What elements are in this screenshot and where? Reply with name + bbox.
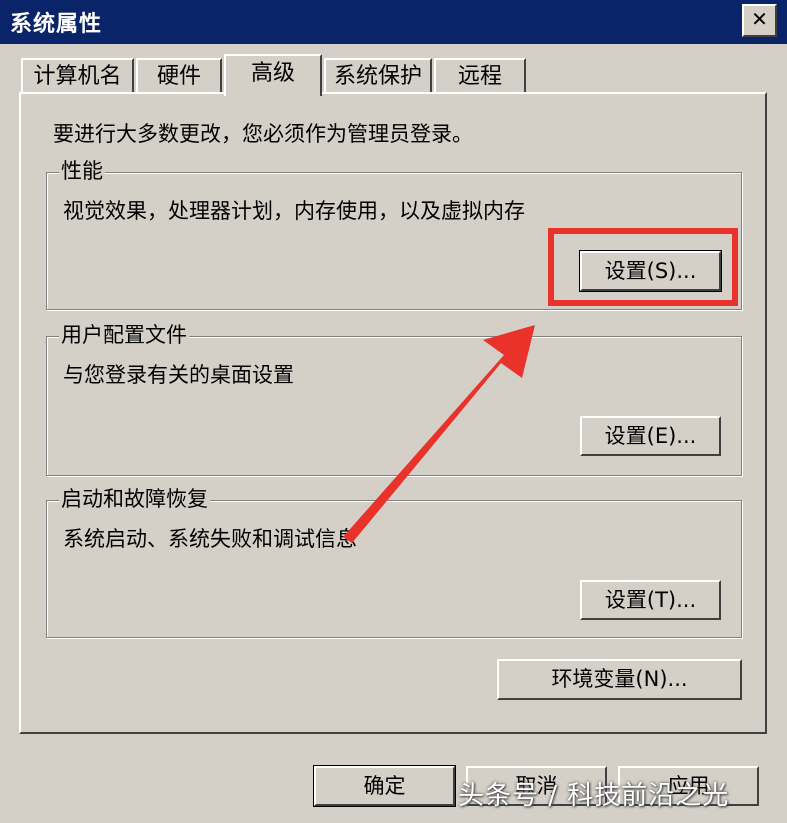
tab-label: 计算机名 — [33, 64, 122, 89]
group-description: 与您登录有关的桌面设置 — [63, 363, 294, 387]
environment-variables-button[interactable]: 环境变量(N)... — [497, 659, 742, 700]
window-title: 系统属性 — [10, 12, 103, 37]
title-bar: 系统属性 ✕ — [0, 0, 787, 44]
startup-recovery-settings-button[interactable]: 设置(T)... — [580, 580, 721, 620]
tab-system-protection[interactable]: 系统保护 — [324, 58, 432, 94]
close-icon: ✕ — [751, 7, 768, 31]
group-description: 视觉效果，处理器计划，内存使用，以及虚拟内存 — [63, 199, 525, 223]
button-label: 设置(E)... — [604, 424, 697, 448]
tab-label: 硬件 — [156, 64, 201, 89]
button-label: 设置(T)... — [604, 588, 697, 612]
tab-label: 系统保护 — [333, 64, 422, 89]
tab-hardware[interactable]: 硬件 — [136, 58, 222, 94]
admin-notice: 要进行大多数更改，您必须作为管理员登录。 — [53, 122, 473, 146]
tab-label: 远程 — [457, 64, 502, 89]
group-title: 用户配置文件 — [59, 321, 189, 349]
tab-remote[interactable]: 远程 — [434, 58, 526, 94]
group-description: 系统启动、系统失败和调试信息 — [63, 527, 357, 551]
ok-button[interactable]: 确定 — [313, 765, 456, 807]
close-button[interactable]: ✕ — [742, 4, 777, 37]
watermark: 头条号 / 科技前沿之光 — [458, 781, 730, 811]
tab-advanced[interactable]: 高级 — [224, 54, 322, 96]
tab-label: 高级 — [250, 61, 295, 86]
button-label: 确定 — [363, 774, 406, 798]
group-title: 启动和故障恢复 — [59, 485, 210, 513]
highlight-box — [548, 228, 738, 306]
button-label: 环境变量(N)... — [551, 667, 688, 691]
tab-computer-name[interactable]: 计算机名 — [21, 58, 134, 94]
user-profiles-settings-button[interactable]: 设置(E)... — [580, 416, 721, 456]
group-title: 性能 — [59, 157, 105, 185]
